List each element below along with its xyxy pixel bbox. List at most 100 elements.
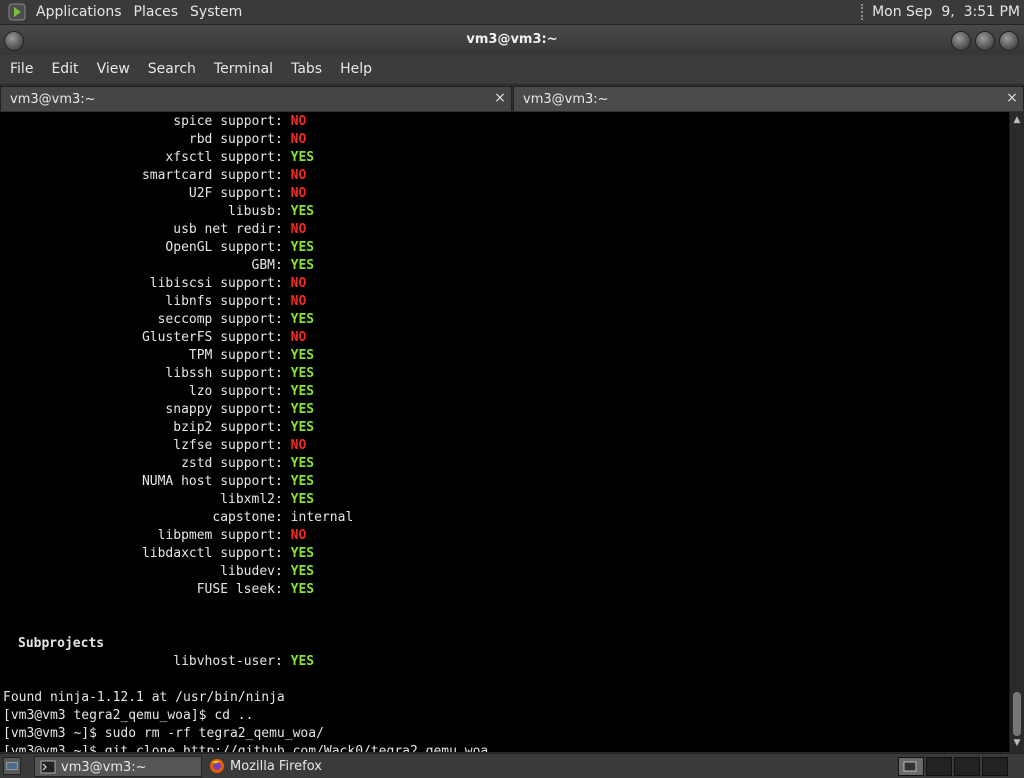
menu-file[interactable]: File xyxy=(0,55,42,84)
feature-line: TPM support: YES xyxy=(3,347,488,365)
menu-edit[interactable]: Edit xyxy=(42,55,87,84)
menu-terminal[interactable]: Terminal xyxy=(205,55,282,84)
scroll-down-icon[interactable]: ▼ xyxy=(1012,738,1022,748)
show-desktop-icon[interactable] xyxy=(3,757,21,775)
feature-value: NO xyxy=(290,528,307,543)
firefox-icon xyxy=(209,758,225,774)
feature-line: usb net redir: NO xyxy=(3,221,488,239)
feature-label: lzo support xyxy=(188,384,275,399)
feature-line: zstd support: YES xyxy=(3,455,488,473)
workspace-3[interactable] xyxy=(954,757,980,776)
terminal-lines: spice support: NO rbd support: NO xfsctl… xyxy=(3,113,488,752)
command-text: [vm3@vm3 ~]$ git clone http://github.com… xyxy=(3,744,489,752)
feature-label: snappy support xyxy=(165,402,275,417)
feature-line: snappy support: YES xyxy=(3,401,488,419)
scroll-up-icon[interactable]: ▲ xyxy=(1012,115,1022,125)
scroll-thumb[interactable] xyxy=(1013,692,1021,736)
minimize-icon[interactable] xyxy=(951,31,971,51)
subproject-line: libvhost-user: YES xyxy=(3,653,488,671)
feature-label: NUMA host support xyxy=(141,474,275,489)
task-firefox[interactable]: Mozilla Firefox xyxy=(204,756,372,777)
terminal-scrollbar[interactable]: ▲ ▼ xyxy=(1009,112,1024,752)
feature-label: libusb xyxy=(228,204,275,219)
feature-label: bzip2 support xyxy=(173,420,275,435)
panel-grip-icon[interactable] xyxy=(861,4,866,20)
output-line: [vm3@vm3 ~]$ sudo rm -rf tegra2_qemu_woa… xyxy=(3,726,324,741)
applications-menu[interactable]: Applications xyxy=(30,0,128,24)
feature-value: NO xyxy=(290,330,307,345)
workspace-1[interactable] xyxy=(898,757,924,776)
feature-value: YES xyxy=(290,240,315,255)
feature-label: libnfs support xyxy=(165,294,275,309)
workspace-2[interactable] xyxy=(926,757,952,776)
tab-label: vm3@vm3:~ xyxy=(523,92,609,107)
feature-value: NO xyxy=(290,222,307,237)
feature-label: libudev xyxy=(220,564,275,579)
feature-line: libssh support: YES xyxy=(3,365,488,383)
feature-value: YES xyxy=(290,204,315,219)
menu-search[interactable]: Search xyxy=(139,55,205,84)
feature-value: YES xyxy=(290,546,315,561)
close-window-icon[interactable] xyxy=(999,31,1019,51)
terminal-icon xyxy=(40,759,56,775)
window-title: vm3@vm3:~ xyxy=(466,32,558,47)
feature-label: seccomp support xyxy=(157,312,275,327)
feature-line: NUMA host support: YES xyxy=(3,473,488,491)
tab-2[interactable]: vm3@vm3:~ × xyxy=(513,86,1024,111)
feature-line: libxml2: YES xyxy=(3,491,488,509)
tab-1[interactable]: vm3@vm3:~ × xyxy=(0,86,512,111)
menu-view[interactable]: View xyxy=(88,55,139,84)
window-titlebar[interactable]: vm3@vm3:~ xyxy=(0,25,1024,55)
feature-value: NO xyxy=(290,114,307,129)
feature-label: FUSE lseek xyxy=(196,582,275,597)
feature-line: libusb: YES xyxy=(3,203,488,221)
feature-line: rbd support: NO xyxy=(3,131,488,149)
feature-line: libudev: YES xyxy=(3,563,488,581)
feature-line: U2F support: NO xyxy=(3,185,488,203)
feature-value: YES xyxy=(290,150,315,165)
feature-line: seccomp support: YES xyxy=(3,311,488,329)
subproject-label: libvhost-user xyxy=(173,654,275,669)
tab-close-icon[interactable]: × xyxy=(1005,91,1019,105)
feature-value: YES xyxy=(290,564,315,579)
feature-value: YES xyxy=(290,420,315,435)
maximize-icon[interactable] xyxy=(975,31,995,51)
output-line: [vm3@vm3 tegra2_qemu_woa]$ cd .. xyxy=(3,708,254,723)
panel-menus: Applications Places System xyxy=(30,0,248,24)
places-menu[interactable]: Places xyxy=(128,0,185,24)
feature-value: YES xyxy=(290,456,315,471)
task-terminal[interactable]: vm3@vm3:~ xyxy=(34,756,202,777)
feature-value: NO xyxy=(290,276,307,291)
feature-line: lzo support: YES xyxy=(3,383,488,401)
tab-close-icon[interactable]: × xyxy=(493,91,507,105)
feature-line: GBM: YES xyxy=(3,257,488,275)
feature-label: GBM xyxy=(251,258,275,273)
feature-value: YES xyxy=(290,474,315,489)
clock[interactable]: Mon Sep 9, 3:51 PM xyxy=(872,4,1020,20)
feature-value: YES xyxy=(290,366,315,381)
feature-line: libdaxctl support: YES xyxy=(3,545,488,563)
gnome-logo-icon xyxy=(8,3,26,21)
workspace-4[interactable] xyxy=(982,757,1008,776)
feature-label: libiscsi support xyxy=(149,276,275,291)
feature-label: capstone xyxy=(212,510,275,525)
feature-value: YES xyxy=(290,384,315,399)
feature-line: libiscsi support: NO xyxy=(3,275,488,293)
feature-value: YES xyxy=(290,312,315,327)
feature-line: lzfse support: NO xyxy=(3,437,488,455)
subprojects-heading: Subprojects xyxy=(18,636,105,651)
feature-label: spice support xyxy=(173,114,275,129)
feature-line: spice support: NO xyxy=(3,113,488,131)
terminal-output[interactable]: spice support: NO rbd support: NO xfsctl… xyxy=(0,112,1009,752)
feature-line: libpmem support: NO xyxy=(3,527,488,545)
system-menu[interactable]: System xyxy=(184,0,248,24)
menu-tabs[interactable]: Tabs xyxy=(282,55,331,84)
menubar: File Edit View Search Terminal Tabs Help xyxy=(0,55,1024,84)
feature-label: libpmem support xyxy=(157,528,275,543)
bottom-panel: vm3@vm3:~ Mozilla Firefox xyxy=(0,753,1024,778)
menu-help[interactable]: Help xyxy=(331,55,381,84)
feature-line: capstone: internal xyxy=(3,509,488,527)
desktop: Applications Places System Mon Sep 9, 3:… xyxy=(0,0,1024,778)
feature-value: YES xyxy=(290,582,315,597)
